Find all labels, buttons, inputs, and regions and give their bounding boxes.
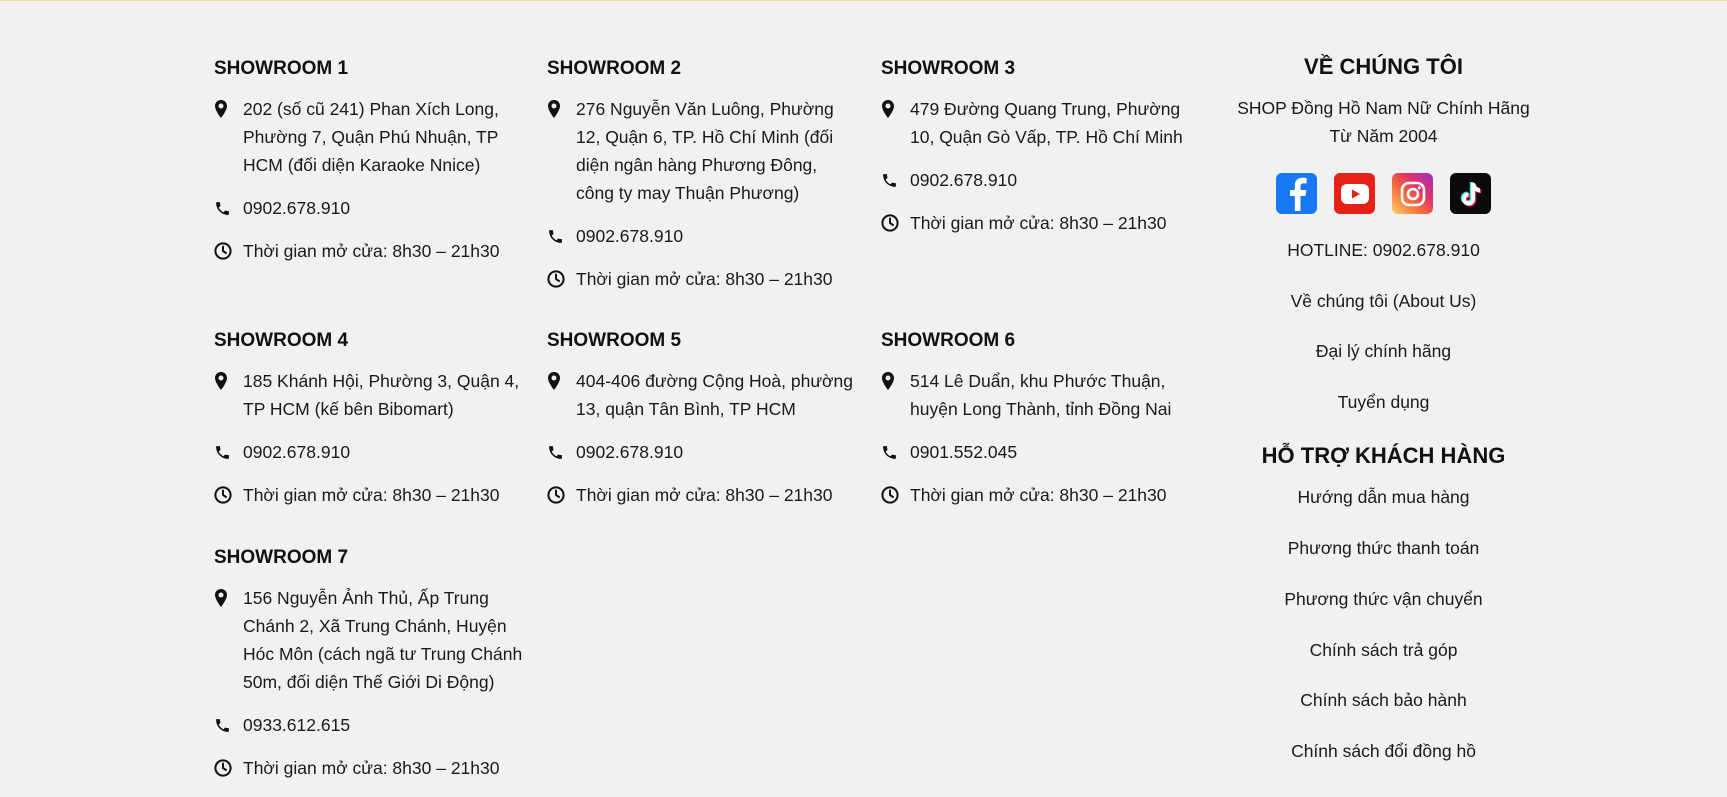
- showroom-title: SHOWROOM 2: [547, 58, 682, 79]
- phone-number[interactable]: 0902.678.910: [243, 194, 524, 222]
- showroom-title: SHOWROOM 4: [214, 330, 349, 351]
- address-row: 202 (số cũ 241) Phan Xích Long, Phường 7…: [214, 95, 524, 179]
- clock-icon: [547, 481, 576, 509]
- phone-row[interactable]: 0902.678.910: [547, 222, 857, 250]
- social-links: [1200, 173, 1567, 215]
- phone-row[interactable]: 0933.612.615: [214, 711, 524, 739]
- hours-row: Thời gian mở cửa: 8h30 – 21h30: [881, 481, 1191, 509]
- address-text: 276 Nguyễn Văn Luông, Phường 12, Quận 6,…: [576, 99, 834, 203]
- hours-text: Thời gian mở cửa: 8h30 – 21h30: [576, 485, 833, 505]
- address-text: 185 Khánh Hội, Phường 3, Quận 4, TP HCM …: [243, 371, 520, 419]
- location-pin-icon: [547, 95, 576, 123]
- phone-number[interactable]: 0902.678.910: [576, 438, 857, 466]
- showroom-card: SHOWROOM 6 514 Lê Duẩn, khu Phước Thuận,…: [881, 329, 1191, 524]
- watch-exchange-policy-link[interactable]: Chính sách đổi đồng hồ: [1200, 737, 1567, 765]
- address-row: 276 Nguyễn Văn Luông, Phường 12, Quận 6,…: [547, 95, 857, 207]
- hours-row: Thời gian mở cửa: 8h30 – 21h30: [881, 209, 1191, 237]
- showroom-card: SHOWROOM 4 185 Khánh Hội, Phường 3, Quận…: [214, 329, 524, 524]
- address-text: 202 (số cũ 241) Phan Xích Long, Phường 7…: [243, 99, 499, 175]
- address-text: 156 Nguyễn Ảnh Thủ, Ấp Trung Chánh 2, Xã…: [243, 588, 523, 692]
- hours-text: Thời gian mở cửa: 8h30 – 21h30: [243, 758, 500, 778]
- about-tagline: SHOP Đồng Hồ Nam Nữ Chính Hãng Từ Năm 20…: [1237, 98, 1530, 146]
- showroom-title: SHOWROOM 6: [881, 330, 1016, 351]
- phone-number[interactable]: 0902.678.910: [243, 438, 524, 466]
- location-pin-icon: [881, 95, 910, 123]
- hours-row: Thời gian mở cửa: 8h30 – 21h30: [547, 481, 857, 509]
- phone-icon: [214, 194, 243, 222]
- phone-icon: [214, 438, 243, 466]
- instagram-icon[interactable]: [1392, 173, 1433, 214]
- phone-number[interactable]: 0901.552.045: [910, 438, 1191, 466]
- about-column: VỀ CHÚNG TÔI SHOP Đồng Hồ Nam Nữ Chính H…: [1200, 0, 1567, 788]
- hotline-link[interactable]: HOTLINE: 0902.678.910: [1200, 236, 1567, 264]
- address-row: 514 Lê Duẩn, khu Phước Thuận, huyện Long…: [881, 367, 1191, 423]
- showroom-card: SHOWROOM 3 479 Đường Quang Trung, Phường…: [881, 57, 1191, 252]
- careers-link[interactable]: Tuyển dụng: [1200, 388, 1567, 416]
- phone-icon: [547, 438, 576, 466]
- showroom-title: SHOWROOM 7: [214, 547, 349, 568]
- address-row: 479 Đường Quang Trung, Phường 10, Quận G…: [881, 95, 1191, 151]
- address-text: 514 Lê Duẩn, khu Phước Thuận, huyện Long…: [910, 371, 1172, 419]
- showroom-card: SHOWROOM 2 276 Nguyễn Văn Luông, Phường …: [547, 57, 857, 308]
- youtube-icon[interactable]: [1334, 173, 1375, 214]
- phone-icon: [547, 222, 576, 250]
- about-title: VỀ CHÚNG TÔI: [1304, 54, 1463, 79]
- showroom-card: SHOWROOM 1 202 (số cũ 241) Phan Xích Lon…: [214, 57, 524, 280]
- phone-icon: [881, 438, 910, 466]
- showroom-card: SHOWROOM 7 156 Nguyễn Ảnh Thủ, Ấp Trung …: [214, 546, 524, 797]
- tiktok-icon[interactable]: [1450, 173, 1491, 214]
- showroom-title: SHOWROOM 5: [547, 330, 682, 351]
- facebook-icon[interactable]: [1276, 173, 1317, 214]
- hours-text: Thời gian mở cửa: 8h30 – 21h30: [910, 485, 1167, 505]
- showroom-list: SHOWROOM 1 202 (số cũ 241) Phan Xích Lon…: [214, 0, 1214, 788]
- hours-row: Thời gian mở cửa: 8h30 – 21h30: [547, 265, 857, 293]
- hours-row: Thời gian mở cửa: 8h30 – 21h30: [214, 481, 524, 509]
- dealer-link[interactable]: Đại lý chính hãng: [1200, 337, 1567, 365]
- hours-row: Thời gian mở cửa: 8h30 – 21h30: [214, 237, 524, 265]
- hours-text: Thời gian mở cửa: 8h30 – 21h30: [243, 241, 500, 261]
- warranty-policy-link[interactable]: Chính sách bảo hành: [1200, 686, 1567, 714]
- clock-icon: [881, 481, 910, 509]
- buying-guide-link[interactable]: Hướng dẫn mua hàng: [1200, 483, 1567, 511]
- address-text: 404-406 đường Cộng Hoà, phường 13, quận …: [576, 371, 853, 419]
- hours-text: Thời gian mở cửa: 8h30 – 21h30: [576, 269, 833, 289]
- showroom-title: SHOWROOM 1: [214, 58, 349, 79]
- clock-icon: [881, 209, 910, 237]
- clock-icon: [214, 481, 243, 509]
- phone-number[interactable]: 0902.678.910: [576, 222, 857, 250]
- shipping-methods-link[interactable]: Phương thức vận chuyển: [1200, 585, 1567, 613]
- location-pin-icon: [214, 584, 243, 612]
- clock-icon: [547, 265, 576, 293]
- clock-icon: [214, 237, 243, 265]
- phone-row[interactable]: 0902.678.910: [214, 194, 524, 222]
- location-pin-icon: [881, 367, 910, 395]
- clock-icon: [214, 754, 243, 782]
- hours-text: Thời gian mở cửa: 8h30 – 21h30: [243, 485, 500, 505]
- installment-policy-link[interactable]: Chính sách trả góp: [1200, 636, 1567, 664]
- about-us-link[interactable]: Về chúng tôi (About Us): [1200, 287, 1567, 315]
- support-title: HỖ TRỢ KHÁCH HÀNG: [1261, 443, 1506, 468]
- showroom-card: SHOWROOM 5 404-406 đường Cộng Hoà, phườn…: [547, 329, 857, 524]
- showroom-title: SHOWROOM 3: [881, 58, 1016, 79]
- phone-row[interactable]: 0902.678.910: [881, 166, 1191, 194]
- address-row: 156 Nguyễn Ảnh Thủ, Ấp Trung Chánh 2, Xã…: [214, 584, 524, 696]
- phone-number[interactable]: 0933.612.615: [243, 711, 524, 739]
- address-row: 404-406 đường Cộng Hoà, phường 13, quận …: [547, 367, 857, 423]
- phone-row[interactable]: 0902.678.910: [214, 438, 524, 466]
- address-text: 479 Đường Quang Trung, Phường 10, Quận G…: [910, 99, 1183, 147]
- address-row: 185 Khánh Hội, Phường 3, Quận 4, TP HCM …: [214, 367, 524, 423]
- phone-icon: [881, 166, 910, 194]
- hours-text: Thời gian mở cửa: 8h30 – 21h30: [910, 213, 1167, 233]
- phone-row[interactable]: 0902.678.910: [547, 438, 857, 466]
- phone-number[interactable]: 0902.678.910: [910, 166, 1191, 194]
- phone-row[interactable]: 0901.552.045: [881, 438, 1191, 466]
- location-pin-icon: [214, 95, 243, 123]
- location-pin-icon: [214, 367, 243, 395]
- hours-row: Thời gian mở cửa: 8h30 – 21h30: [214, 754, 524, 782]
- phone-icon: [214, 711, 243, 739]
- payment-methods-link[interactable]: Phương thức thanh toán: [1200, 534, 1567, 562]
- location-pin-icon: [547, 367, 576, 395]
